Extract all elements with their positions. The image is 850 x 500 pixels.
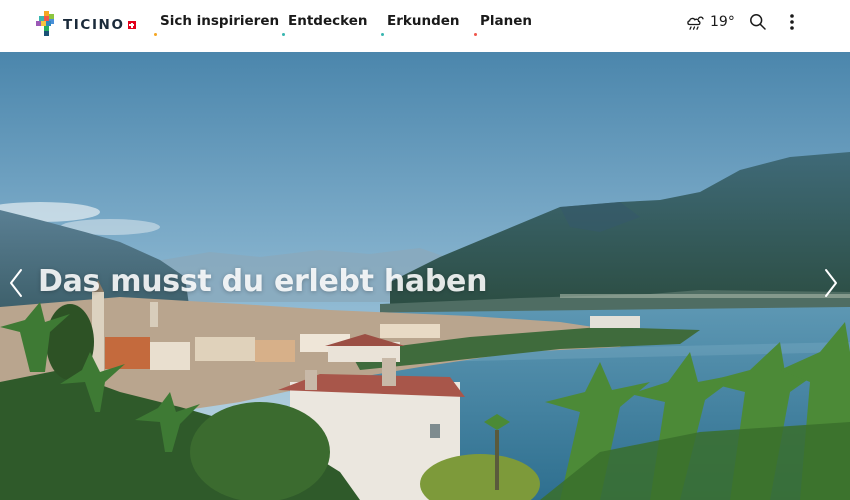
partly-cloudy-rain-icon <box>687 16 704 30</box>
hero-carousel: Das musst du erlebt haben <box>0 52 850 500</box>
chevron-right-icon <box>825 269 837 297</box>
nav-item-planen[interactable]: Planen <box>474 13 533 39</box>
ticino-logo-icon <box>36 11 54 36</box>
search-icon <box>750 14 766 30</box>
nav-item-label: Erkunden <box>387 13 460 29</box>
swiss-flag-icon <box>127 21 136 29</box>
carousel-prev-button[interactable] <box>5 265 27 301</box>
nav-dot <box>381 33 384 36</box>
nav-item-sich-inspirieren[interactable]: Sich inspirieren <box>154 13 280 39</box>
more-menu-button[interactable] <box>783 11 801 33</box>
weather-temperature: 19° <box>710 14 735 30</box>
brand-name: TICINO <box>63 17 125 33</box>
nav-item-erkunden[interactable]: Erkunden <box>381 13 460 39</box>
nav-item-entdecken[interactable]: Entdecken <box>282 13 368 39</box>
ticino-logo[interactable]: TICINO <box>36 10 136 40</box>
site-header: TICINO Sich inspirieren Entdecken Erkund… <box>0 0 850 52</box>
more-vertical-icon <box>790 14 794 30</box>
nav-item-label: Planen <box>480 13 533 29</box>
chevron-left-icon <box>10 269 22 297</box>
nav-item-label: Entdecken <box>288 13 368 29</box>
hero-title: Das musst du erlebt haben <box>38 264 488 299</box>
nav-item-label: Sich inspirieren <box>160 13 280 29</box>
search-button[interactable] <box>747 11 769 33</box>
nav-dot <box>474 33 477 36</box>
nav-dot <box>154 33 157 36</box>
weather-widget[interactable]: 19° <box>686 12 735 32</box>
carousel-next-button[interactable] <box>820 265 842 301</box>
nav-dot <box>282 33 285 36</box>
